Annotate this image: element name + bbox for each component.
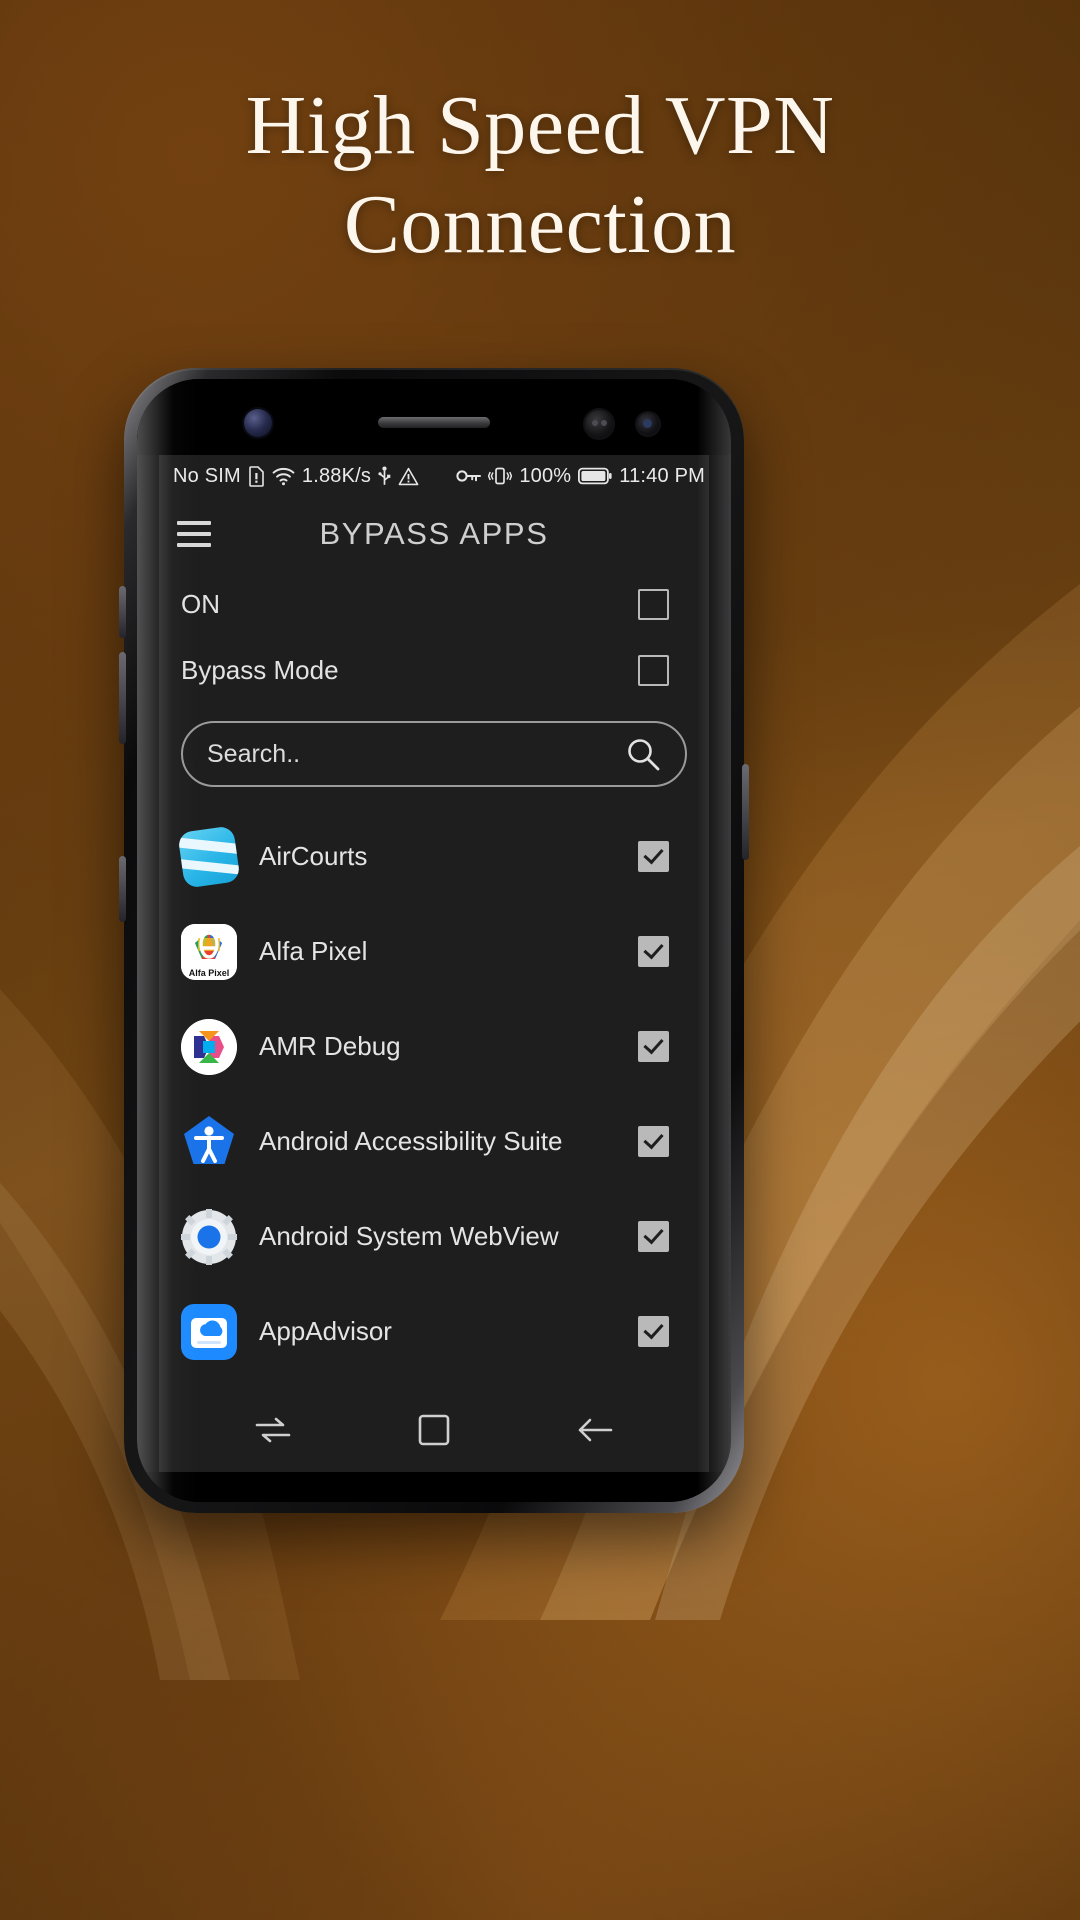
toggle-row-on[interactable]: ON [159, 571, 709, 637]
recents-icon[interactable] [247, 1404, 299, 1456]
app-checkbox[interactable] [638, 936, 669, 967]
phone-screen: No SIM 1.88K/s 100% 11:40 PM BYPASS APPS… [159, 455, 709, 1472]
toggle-label-on: ON [181, 588, 220, 619]
appadvisor-icon [181, 1303, 237, 1360]
carrier-label: No SIM [173, 464, 241, 487]
app-list[interactable]: AirCourts Alfa Pixel Alfa Pixel AMR Debu… [159, 805, 709, 1388]
iris-sensor-icon [585, 410, 613, 438]
battery-percent-label: 100% [519, 464, 572, 487]
promo-headline: High Speed VPN Connection [0, 76, 1080, 274]
android-accessibility-icon [181, 1114, 237, 1170]
warning-triangle-icon [398, 467, 419, 486]
toggle-row-bypass-mode[interactable]: Bypass Mode [159, 637, 709, 703]
app-list-item[interactable]: Android System WebView [159, 1189, 709, 1284]
alfa-pixel-icon: Alfa Pixel [181, 923, 237, 980]
volume-up-button[interactable] [119, 586, 126, 638]
amr-debug-icon [181, 1018, 237, 1075]
headline-line-1: High Speed VPN [245, 79, 835, 172]
app-checkbox[interactable] [638, 1126, 669, 1157]
page-title: BYPASS APPS [319, 516, 549, 551]
app-list-item[interactable]: Android Accessibility Suite [159, 1094, 709, 1189]
android-navigation-bar [159, 1388, 709, 1472]
phone-body: No SIM 1.88K/s 100% 11:40 PM BYPASS APPS… [137, 379, 731, 1502]
toggle-checkbox-on[interactable] [638, 588, 669, 620]
hamburger-menu-icon[interactable] [177, 521, 211, 547]
app-name: Alfa Pixel [259, 936, 368, 966]
android-webview-icon [181, 1208, 237, 1265]
app-name: AirCourts [259, 841, 368, 871]
phone-top-bezel [137, 379, 731, 455]
battery-full-icon [578, 467, 612, 485]
aircourts-icon [177, 824, 241, 889]
back-icon[interactable] [569, 1404, 621, 1456]
usb-icon [378, 466, 391, 487]
proximity-sensor-icon [637, 413, 659, 435]
status-bar-right: 100% 11:40 PM [456, 465, 705, 488]
power-button[interactable] [742, 764, 749, 860]
app-checkbox[interactable] [638, 1221, 669, 1252]
app-name: AppAdvisor [259, 1316, 392, 1346]
app-list-item[interactable]: AirCourts [159, 809, 709, 904]
app-list-item[interactable]: Alfa Pixel Alfa Pixel [159, 904, 709, 999]
app-list-item[interactable]: AMR Debug [159, 999, 709, 1094]
search-icon[interactable] [625, 736, 661, 772]
assistant-button[interactable] [119, 856, 126, 922]
status-bar-left: No SIM 1.88K/s [173, 465, 419, 488]
home-icon[interactable] [408, 1404, 460, 1456]
phone-bottom-bezel [137, 1472, 731, 1502]
app-name: Android System WebView [259, 1221, 559, 1251]
vpn-key-icon [456, 469, 482, 483]
vibrate-icon [488, 466, 513, 486]
volume-down-button[interactable] [119, 652, 126, 744]
app-name: Android Accessibility Suite [259, 1126, 563, 1156]
svg-text:Alfa Pixel: Alfa Pixel [189, 968, 230, 978]
front-camera-icon [244, 409, 272, 437]
status-bar: No SIM 1.88K/s 100% 11:40 PM [159, 455, 709, 497]
search-placeholder: Search.. [207, 739, 301, 768]
app-checkbox[interactable] [638, 841, 669, 872]
search-input[interactable]: Search.. [181, 721, 687, 787]
headline-line-2: Connection [343, 178, 737, 272]
earpiece-speaker [378, 417, 490, 428]
app-list-item[interactable]: AppAdvisor [159, 1284, 709, 1379]
app-checkbox[interactable] [638, 1316, 669, 1347]
toggle-checkbox-bypass-mode[interactable] [638, 654, 669, 686]
sim-card-alert-icon [248, 465, 265, 487]
app-name: AMR Debug [259, 1031, 401, 1061]
app-checkbox[interactable] [638, 1031, 669, 1062]
app-bar: BYPASS APPS [159, 497, 709, 571]
clock-label: 11:40 PM [619, 464, 705, 487]
network-speed-label: 1.88K/s [301, 464, 372, 487]
wifi-icon [272, 467, 295, 486]
phone-mockup: No SIM 1.88K/s 100% 11:40 PM BYPASS APPS… [119, 368, 749, 1513]
toggle-label-bypass-mode: Bypass Mode [181, 654, 339, 685]
search-container: Search.. [159, 703, 709, 805]
